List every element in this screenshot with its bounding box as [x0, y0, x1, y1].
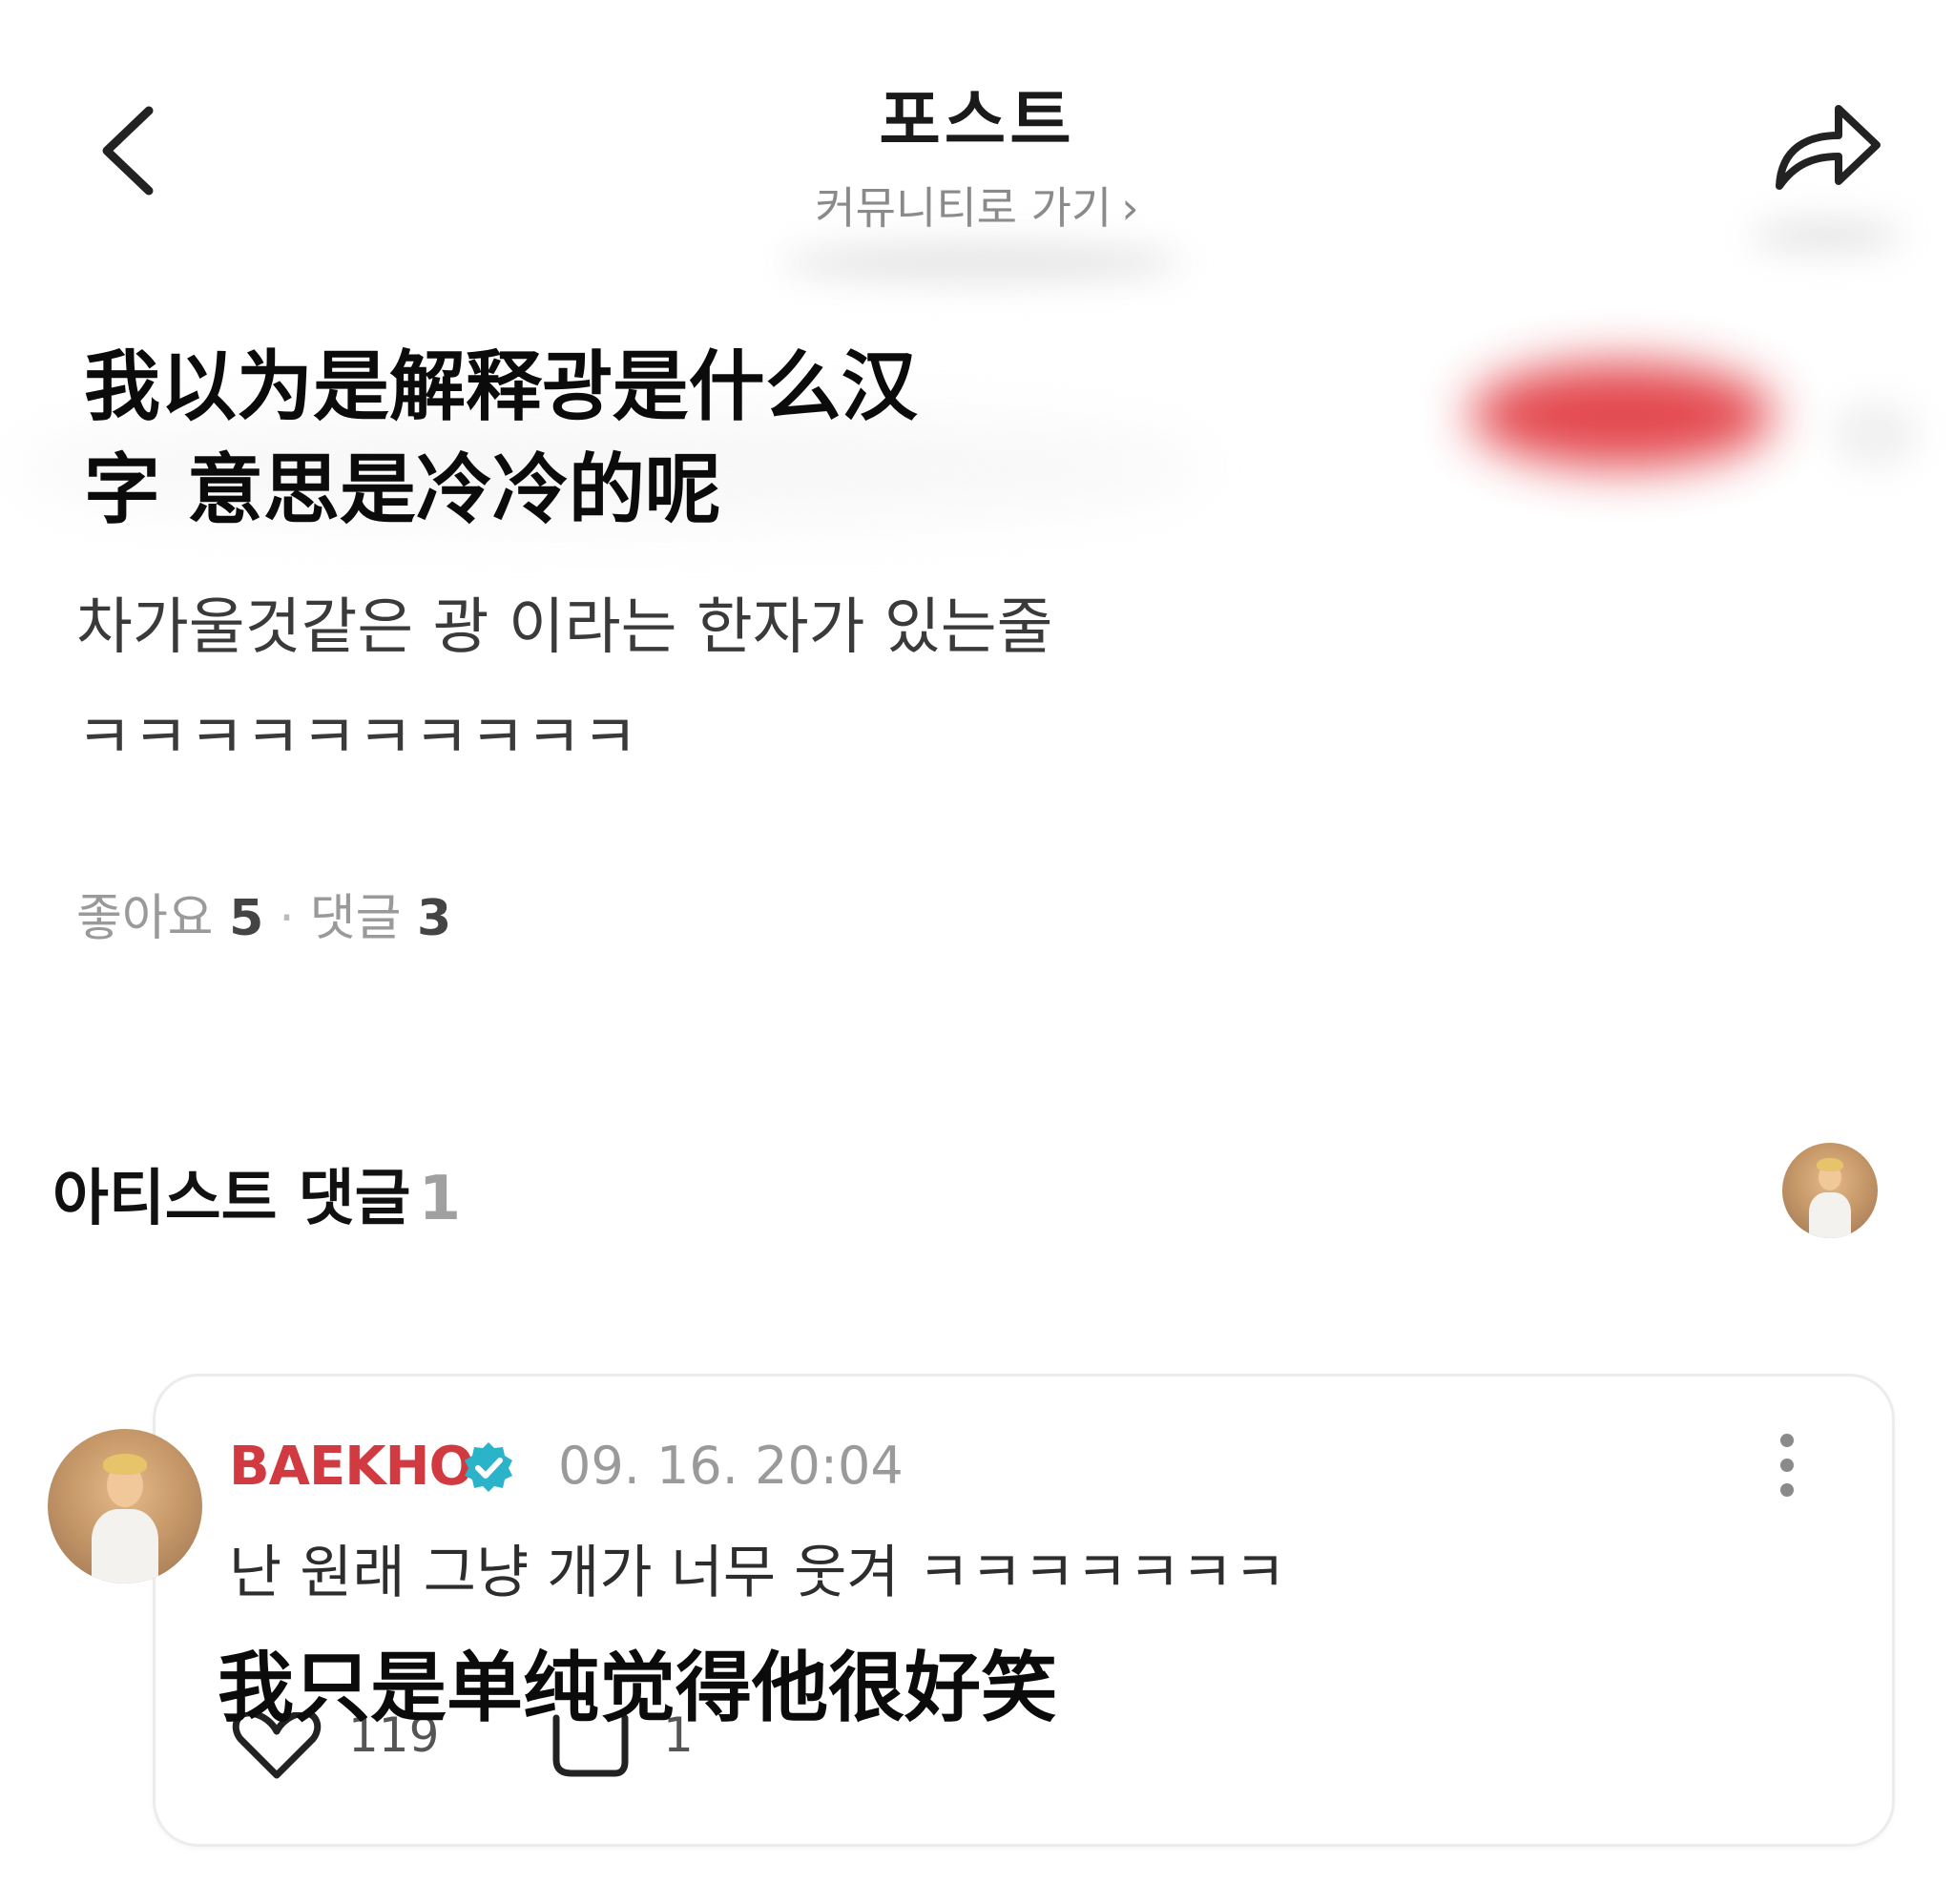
share-arrow-icon	[1776, 105, 1881, 190]
artist-comments-count: 1	[418, 1164, 462, 1234]
post-body-line: 차가울것같은 광 이라는 한자가 있는줄	[76, 592, 1053, 663]
avatar[interactable]	[1782, 1143, 1878, 1238]
more-options-button[interactable]	[1763, 1431, 1811, 1507]
blurred-region	[782, 243, 1183, 281]
blurred-red-badge	[1469, 362, 1775, 467]
overlay-caption-top: 我以为是解释광是什么汉 字 意思是冷冷的呢	[84, 336, 1019, 542]
comment-author-name[interactable]: BAEKHO	[229, 1436, 474, 1498]
comments-label: 댓글	[309, 890, 402, 947]
likes-count: 5	[229, 890, 264, 947]
community-link-label: 커뮤니티로 가기	[815, 182, 1112, 234]
overlay-caption-bottom: 我只是单纯觉得他很好笑	[218, 1644, 1057, 1732]
blurred-region	[1751, 219, 1903, 252]
share-button[interactable]	[1770, 95, 1884, 200]
verified-badge-icon	[465, 1442, 512, 1492]
overlay-caption-line: 我以为是解释광是什么汉	[84, 342, 918, 431]
comments-count: 3	[417, 890, 452, 947]
artist-comments-title: 아티스트 댓글	[52, 1164, 411, 1234]
comment-timestamp: 09. 16. 20:04	[558, 1436, 904, 1496]
post-body-line: ㅋㅋㅋㅋㅋㅋㅋㅋㅋㅋ	[76, 703, 638, 774]
comment-text: 난 원래 그냥 개가 너무 웃겨 ㅋㅋㅋㅋㅋㅋㅋ	[229, 1540, 1287, 1606]
blurred-region	[1832, 401, 1918, 467]
chevron-right-icon: ›	[1121, 182, 1139, 234]
commenter-avatar[interactable]	[48, 1429, 202, 1583]
likes-label: 좋아요	[76, 890, 214, 947]
post-stats: 좋아요 5 · 댓글 3	[76, 878, 451, 949]
stats-separator: ·	[279, 890, 295, 947]
artist-comments-heading: 아티스트 댓글 1	[52, 1149, 461, 1237]
more-vertical-icon	[1780, 1434, 1794, 1497]
overlay-caption-line: 字 意思是冷冷的呢	[84, 445, 721, 534]
post-body: 차가울것같은 광 이라는 한자가 있는줄 ㅋㅋㅋㅋㅋㅋㅋㅋㅋㅋ	[76, 572, 1412, 794]
go-to-community-link[interactable]: 커뮤니티로 가기 ›	[0, 174, 1954, 237]
page-title: 포스트	[879, 81, 1075, 159]
